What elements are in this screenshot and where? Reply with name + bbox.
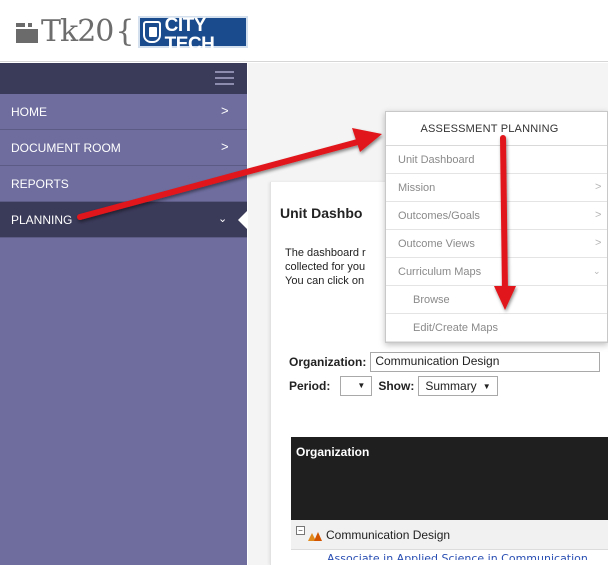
sidebar-item-label: PLANNING <box>11 212 73 227</box>
menu-item-label: Mission <box>398 181 436 194</box>
sidebar-item-label: HOME <box>11 104 47 119</box>
dropdown-arrow-icon: ▼ <box>357 381 366 390</box>
organization-label: Organization: <box>289 355 367 369</box>
chevron-down-icon: ⌄ <box>593 266 601 276</box>
sidebar: HOME > DOCUMENT ROOM > REPORTS PLANNING … <box>0 63 248 565</box>
sidebar-top-bar <box>0 63 247 94</box>
page-description: The dashboard r collected for you You ca… <box>285 246 366 288</box>
dropdown-arrow-icon: ▼ <box>482 381 491 391</box>
description-line: You can click on <box>285 275 365 287</box>
menu-heading: ASSESSMENT PLANNING <box>386 112 607 146</box>
menu-item-label: Curriculum Maps <box>398 265 482 278</box>
partner-small-text: NEW YORK CITY COLLEGE OF TECHNOLOGY <box>164 5 224 16</box>
menu-item-label: Outcomes/Goals <box>398 209 480 222</box>
menu-item-label: Unit Dashboard <box>398 153 475 166</box>
sidebar-item-document-room[interactable]: DOCUMENT ROOM > <box>0 130 247 166</box>
sidebar-item-home[interactable]: HOME > <box>0 94 247 130</box>
table-row[interactable]: Associate in Applied Science in Communic… <box>291 550 608 560</box>
hamburger-menu-icon[interactable] <box>215 71 234 85</box>
description-line: collected for you <box>285 261 366 273</box>
menu-item-browse[interactable]: Browse <box>386 286 607 314</box>
period-row: Period: ▼ Show: Summary ▼ <box>289 376 498 396</box>
description-line: The dashboard r <box>285 247 366 259</box>
partner-tagline: WHERE OUR TECHNOLOGY TAKE YOU <box>164 53 240 59</box>
page-title: Unit Dashbo <box>280 205 363 221</box>
period-select[interactable]: ▼ <box>340 376 373 396</box>
organization-table: Organization − Communication Design Asso… <box>291 437 608 560</box>
chevron-right-icon: > <box>221 139 229 154</box>
sidebar-item-planning[interactable]: PLANNING ⌄ <box>0 202 248 238</box>
sidebar-item-label: DOCUMENT ROOM <box>11 140 121 155</box>
assessment-planning-menu: ASSESSMENT PLANNING Unit Dashboard Missi… <box>385 111 608 343</box>
sidebar-item-label: REPORTS <box>11 176 69 191</box>
organization-link[interactable]: Associate in Applied Science in Communic… <box>327 552 588 560</box>
chevron-right-icon: > <box>595 237 602 249</box>
chevron-right-icon: > <box>595 209 602 221</box>
collapse-icon[interactable]: − <box>296 526 305 535</box>
show-select[interactable]: Summary ▼ <box>418 376 498 396</box>
menu-item-mission[interactable]: Mission > <box>386 174 607 202</box>
shield-icon <box>143 21 161 43</box>
logo-brace: { <box>115 14 135 49</box>
period-label: Period: <box>289 379 331 393</box>
app-header: Tk20 { NEW YORK CITY COLLEGE OF TECHNOLO… <box>0 0 608 62</box>
city-tech-logo: NEW YORK CITY COLLEGE OF TECHNOLOGY CITY… <box>138 6 249 59</box>
partner-name: CITY TECH <box>164 14 215 55</box>
show-value: Summary <box>425 379 477 393</box>
menu-item-label: Edit/Create Maps <box>413 321 498 334</box>
table-header: Organization <box>291 437 608 520</box>
chevron-right-icon: > <box>221 103 229 118</box>
menu-item-curriculum-maps[interactable]: Curriculum Maps ⌄ <box>386 258 607 286</box>
menu-item-label: Browse <box>413 293 450 306</box>
sidebar-item-reports[interactable]: REPORTS <box>0 166 247 202</box>
organization-select[interactable]: Communication Design <box>370 352 601 372</box>
menu-item-outcome-views[interactable]: Outcome Views > <box>386 230 607 258</box>
menu-item-label: Outcome Views <box>398 237 475 250</box>
tk20-logo[interactable]: Tk20 { NEW YORK CITY COLLEGE OF TECHNOLO… <box>16 6 249 59</box>
menu-item-outcomes-goals[interactable]: Outcomes/Goals > <box>386 202 607 230</box>
show-label: Show: <box>378 379 415 393</box>
organization-name: Communication Design <box>326 527 451 542</box>
menu-item-unit-dashboard[interactable]: Unit Dashboard <box>386 146 607 174</box>
organization-row: Organization: Communication Design <box>289 352 601 372</box>
chevron-down-icon: ⌄ <box>218 213 228 225</box>
logo-text: Tk20 <box>41 14 114 49</box>
table-row[interactable]: − Communication Design <box>291 520 608 550</box>
tk20-mark-icon <box>16 21 38 43</box>
organization-icon <box>308 529 322 541</box>
chevron-right-icon: > <box>595 181 602 193</box>
active-indicator <box>238 210 248 230</box>
menu-item-edit-create-maps[interactable]: Edit/Create Maps <box>386 314 607 342</box>
